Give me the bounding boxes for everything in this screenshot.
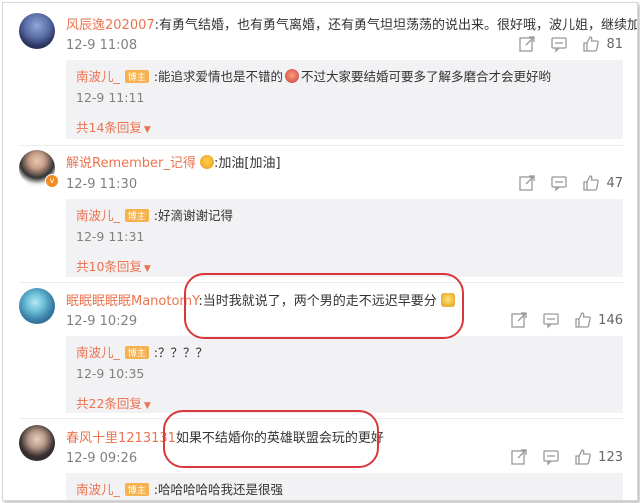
like-button[interactable]: 47 — [582, 174, 623, 192]
reply-item: 南波儿_ 博主 :哈哈哈哈哈我还是很强 — [76, 479, 283, 498]
reply-block: 南波儿_ 博主 :哈哈哈哈哈我还是很强 — [66, 473, 623, 500]
comment-icon[interactable] — [542, 448, 560, 466]
piggy-emoji-icon — [285, 69, 299, 83]
like-count: 47 — [606, 175, 623, 191]
like-count: 123 — [598, 449, 623, 465]
comment-actions: 146 — [510, 311, 623, 329]
reply-time: 12-9 11:31 — [76, 229, 145, 244]
comment-username[interactable]: 风辰逸202007 — [66, 18, 155, 33]
comment-time: 12-9 11:30 — [66, 177, 138, 192]
comment-username[interactable]: 眠眠眠眠眠Manotom — [66, 294, 192, 309]
share-icon[interactable] — [510, 311, 528, 329]
reply-text: :能追求爱情也是不错的 — [153, 69, 283, 84]
reply-item: 南波儿_ 博主 :？？？？ — [76, 342, 208, 361]
avatar[interactable] — [19, 288, 55, 324]
comment-actions: 123 — [510, 448, 623, 466]
highlight-oval — [184, 273, 464, 339]
share-icon[interactable] — [510, 448, 528, 466]
reply-username[interactable]: 南波儿_ — [76, 345, 120, 360]
reply-item: 南波儿_ 博主 :能追求爱情也是不错的 不过大家要结婚可要多了解多磨合才会更好哟 — [76, 66, 551, 85]
more-replies-label: 共14条回复 — [76, 120, 142, 135]
comment-text: :有勇气结婚，也有勇气离婚，还有勇气坦坦荡荡的说出来。很好哦，波儿姐，继续加油 — [154, 18, 638, 33]
reply-block: 南波儿_ 博主 :？？？？ 12-9 10:35 共22条回复 ▼ — [66, 336, 623, 413]
comment-author: 解说Remember_记得 :加油[加油] — [66, 152, 281, 171]
reply-time: 12-9 11:11 — [76, 90, 145, 105]
reply-username[interactable]: 南波儿_ — [76, 69, 120, 84]
comment-section: 风辰逸202007:有勇气结婚，也有勇气离婚，还有勇气坦坦荡荡的说出来。很好哦，… — [2, 2, 638, 501]
comment-time: 12-9 09:26 — [66, 451, 138, 466]
comment-icon[interactable] — [550, 174, 568, 192]
author-badge: 博主 — [124, 209, 149, 222]
avatar[interactable] — [19, 13, 55, 49]
author-badge: 博主 — [124, 346, 149, 359]
share-icon[interactable] — [518, 174, 536, 192]
reply-username[interactable]: 南波儿_ — [76, 482, 120, 497]
reply-block: 南波儿_ 博主 :好滴谢谢记得 12-9 11:31 共10条回复 ▼ — [66, 199, 623, 277]
cheer-emoji-icon — [200, 155, 215, 169]
like-button[interactable]: 123 — [574, 448, 623, 466]
author-badge: 博主 — [124, 483, 149, 496]
like-button[interactable]: 146 — [574, 311, 623, 329]
like-icon — [582, 35, 600, 53]
comment-icon[interactable] — [550, 35, 568, 53]
highlight-oval — [163, 410, 379, 468]
more-replies-link[interactable]: 共10条回复 ▼ — [76, 256, 151, 275]
author-badge: 博主 — [124, 70, 149, 83]
comment-actions: 47 — [518, 174, 623, 192]
like-button[interactable]: 81 — [582, 35, 623, 53]
more-replies-label: 共22条回复 — [76, 396, 142, 411]
reply-text: :好滴谢谢记得 — [153, 208, 233, 223]
comment-time: 12-9 10:29 — [66, 314, 138, 329]
more-replies-link[interactable]: 共14条回复 ▼ — [76, 117, 151, 136]
avatar[interactable] — [19, 425, 55, 461]
verified-badge-icon: v — [45, 174, 59, 188]
like-count: 146 — [598, 312, 623, 328]
comment-username[interactable]: 春风十里1213131 — [66, 431, 176, 446]
reply-item: 南波儿_ 博主 :好滴谢谢记得 — [76, 205, 233, 224]
like-icon — [582, 174, 600, 192]
caret-down-icon: ▼ — [143, 401, 151, 411]
caret-down-icon: ▼ — [143, 125, 151, 135]
divider — [19, 145, 623, 146]
share-icon[interactable] — [518, 35, 536, 53]
comment-icon[interactable] — [542, 311, 560, 329]
caret-down-icon: ▼ — [143, 264, 151, 274]
like-count: 81 — [606, 36, 623, 52]
reply-text: :哈哈哈哈哈我还是很强 — [153, 482, 283, 497]
reply-text: :？？？？ — [153, 345, 208, 360]
reply-username[interactable]: 南波儿_ — [76, 208, 120, 223]
comment-author: 风辰逸202007:有勇气结婚，也有勇气离婚，还有勇气坦坦荡荡的说出来。很好哦，… — [66, 14, 638, 33]
comment-username[interactable]: 解说Remember_记得 — [66, 156, 196, 171]
comment-time: 12-9 11:08 — [66, 38, 138, 53]
more-replies-label: 共10条回复 — [76, 259, 142, 274]
reply-time: 12-9 10:35 — [76, 366, 145, 381]
more-replies-link[interactable]: 共22条回复 ▼ — [76, 393, 151, 412]
comment-actions: 81 — [518, 35, 623, 53]
like-icon — [574, 448, 592, 466]
reply-block: 南波儿_ 博主 :能追求爱情也是不错的 不过大家要结婚可要多了解多磨合才会更好哟 12… — [66, 60, 623, 139]
reply-text-cont: 不过大家要结婚可要多了解多磨合才会更好哟 — [301, 69, 552, 84]
comment-text: :加油[加油] — [214, 156, 281, 171]
like-icon — [574, 311, 592, 329]
